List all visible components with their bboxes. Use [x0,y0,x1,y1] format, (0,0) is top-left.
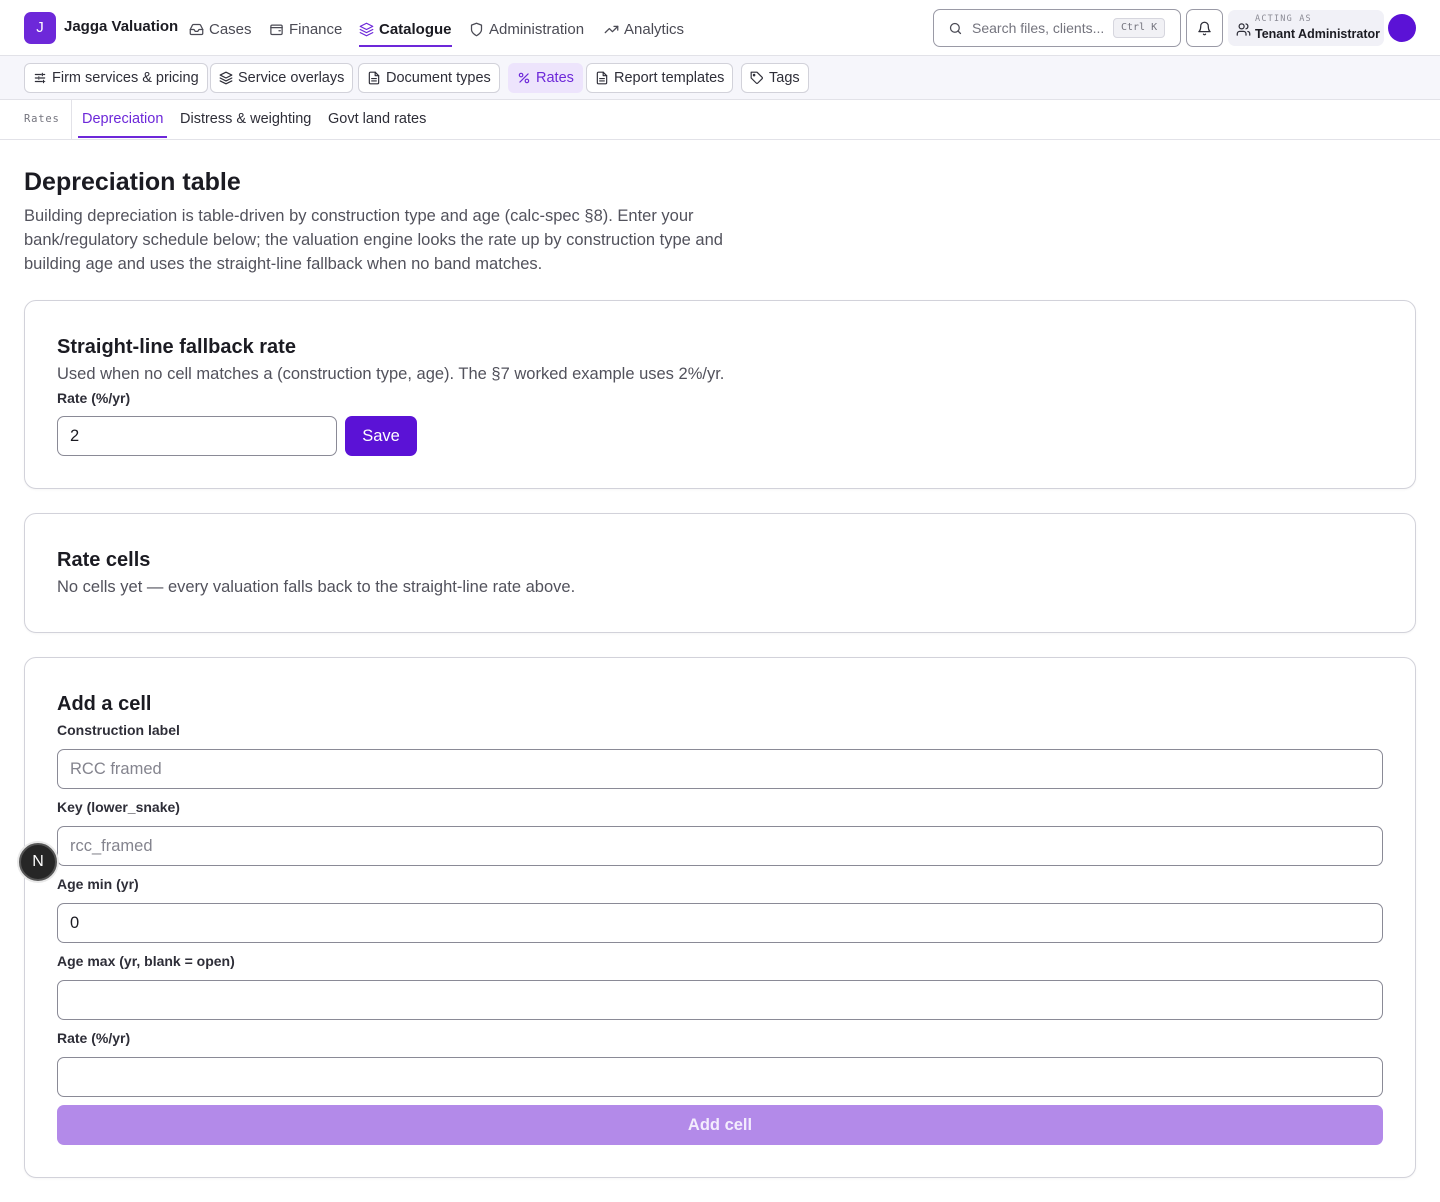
bell-icon [1198,21,1211,35]
subnav-rates-label: Rates [536,70,574,86]
add-cell-card: Add a cell Construction label Key (lower… [24,657,1416,1178]
tab-govt-land-rates[interactable]: Govt land rates [328,111,426,127]
rate-cells-empty-message: No cells yet — every valuation falls bac… [57,578,576,596]
percent-icon [518,72,530,84]
rate-cells-card: Rate cells No cells yet — every valuatio… [24,513,1416,633]
fallback-rate-input[interactable] [57,416,337,456]
subnav-service-overlays[interactable]: Service overlays [210,63,354,93]
global-search[interactable]: Ctrl K [933,9,1181,47]
shield-icon [470,22,483,36]
divider [71,100,72,139]
nav-analytics-label: Analytics [624,20,685,38]
catalogue-subnav: Firm services & pricing Service overlays… [0,56,1440,100]
rates-section-label: Rates [24,113,60,125]
cell-rate-label: Rate (%/yr) [57,1030,131,1046]
layers-icon [359,22,374,36]
page-title: Depreciation table [24,168,241,196]
notifications-button[interactable] [1186,9,1223,47]
nav-administration-label: Administration [489,20,585,38]
nav-finance[interactable]: Finance [269,14,342,44]
app-logo[interactable]: J [24,12,56,44]
age-min-input[interactable] [57,903,1383,943]
subnav-firm-services[interactable]: Firm services & pricing [24,63,208,93]
sliders-icon [34,72,46,84]
nav-cases[interactable]: Cases [189,14,252,44]
nav-finance-label: Finance [289,20,343,38]
subnav-firm-services-label: Firm services & pricing [52,70,199,86]
dev-tools-badge[interactable]: N [19,843,57,881]
subnav-service-overlays-label: Service overlays [238,70,345,86]
trending-up-icon [604,25,619,33]
search-shortcut-hint: Ctrl K [1113,18,1166,38]
nav-catalogue[interactable]: Catalogue [359,14,452,47]
fallback-rate-card: Straight-line fallback rate Used when no… [24,300,1416,489]
subnav-report-templates[interactable]: Report templates [586,63,734,93]
cell-rate-input[interactable] [57,1057,1383,1097]
fallback-card-title: Straight-line fallback rate [57,336,296,358]
nav-analytics[interactable]: Analytics [604,14,684,44]
subnav-tags-label: Tags [769,70,800,86]
layers-icon [219,71,233,85]
user-avatar[interactable] [1388,14,1416,42]
acting-as-caption: ACTING AS [1255,14,1312,24]
age-max-label: Age max (yr, blank = open) [57,953,235,969]
fallback-card-subtitle: Used when no cell matches a (constructio… [57,365,725,383]
fallback-rate-label: Rate (%/yr) [57,390,131,406]
acting-as-switcher[interactable]: ACTING AS Tenant Administrator [1228,10,1384,46]
users-icon [1236,23,1251,36]
subnav-document-types-label: Document types [386,70,491,86]
key-label: Key (lower_snake) [57,799,180,815]
nav-administration[interactable]: Administration [469,14,584,44]
tab-distress-weighting[interactable]: Distress & weighting [180,111,311,127]
subnav-report-templates-label: Report templates [614,70,725,86]
search-input[interactable] [972,18,1112,38]
tab-depreciation[interactable]: Depreciation [77,111,168,138]
subnav-tags[interactable]: Tags [741,63,809,93]
subnav-document-types[interactable]: Document types [358,63,500,93]
search-icon [949,22,962,35]
file-text-icon [596,71,608,85]
age-min-label: Age min (yr) [57,876,139,892]
top-bar: J Jagga Valuation Cases Finance Catalogu… [0,0,1440,56]
age-max-input[interactable] [57,980,1383,1020]
save-fallback-button[interactable]: Save [345,416,417,456]
rate-cells-title: Rate cells [57,549,151,571]
wallet-icon [270,24,283,35]
nav-catalogue-label: Catalogue [379,20,452,38]
inbox-icon [189,23,204,35]
construction-label-input[interactable] [57,749,1383,789]
acting-as-role: Tenant Administrator [1255,27,1381,41]
page-description: Building depreciation is table-driven by… [24,207,723,273]
nav-cases-label: Cases [209,20,252,38]
tag-icon [750,71,763,84]
app-name[interactable]: Jagga Valuation [64,18,178,35]
file-text-icon [368,71,380,85]
rates-tabs: Rates Depreciation Distress & weighting … [0,100,1440,140]
construction-label-label: Construction label [57,722,180,738]
subnav-rates[interactable]: Rates [508,63,583,93]
add-cell-title: Add a cell [57,693,152,715]
add-cell-button[interactable]: Add cell [57,1105,1383,1145]
key-input[interactable] [57,826,1383,866]
